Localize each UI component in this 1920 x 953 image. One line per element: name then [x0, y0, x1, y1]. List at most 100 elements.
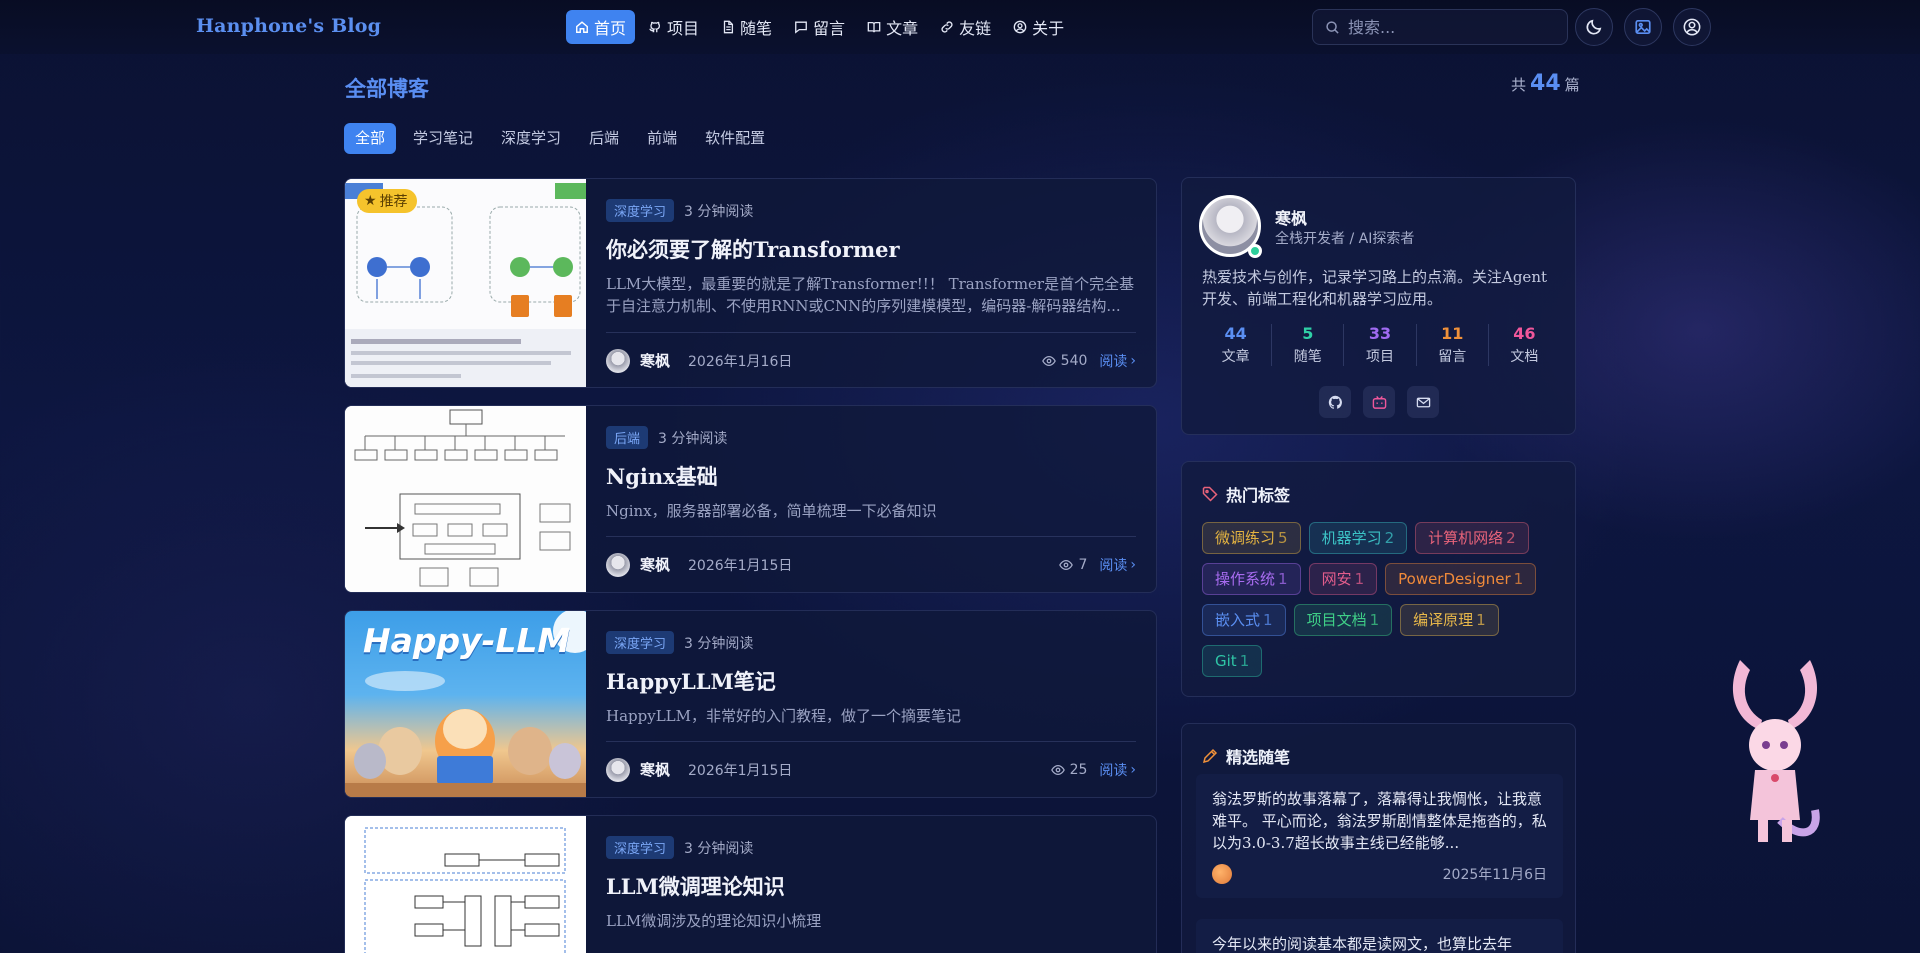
- post-meta: 深度学习 3 分钟阅读: [606, 631, 1136, 654]
- online-status-indicator: [1248, 244, 1262, 258]
- github-icon: [649, 21, 661, 33]
- bilibili-link[interactable]: [1363, 386, 1395, 418]
- top-navbar: Hanphone's Blog 首页 项目 随笔 留言 文章 友链 关于: [0, 0, 1920, 54]
- note-item[interactable]: 今年以来的阅读基本都是读网文，也算比去年: [1196, 919, 1563, 953]
- post-excerpt: LLM微调涉及的理论知识小梳理: [606, 912, 822, 930]
- author-name[interactable]: 寒枫: [640, 759, 670, 780]
- post-title[interactable]: 你必须要了解的Transformer: [606, 234, 1136, 264]
- nav-links[interactable]: 友链: [931, 10, 1000, 44]
- stat-value: 44: [1224, 324, 1247, 343]
- hot-tags-card: 热门标签 微调练习 5 机器学习 2 计算机网络 2 操作系统 1 网安 1 PowerDesign…: [1181, 461, 1576, 697]
- tag-name: 网安: [1321, 570, 1352, 588]
- filter-backend[interactable]: 后端: [578, 123, 630, 154]
- chevron-right-icon: ›: [1130, 761, 1136, 778]
- tag-chip[interactable]: PowerDesigner 1: [1385, 563, 1537, 595]
- tag-chip[interactable]: Git 1: [1202, 645, 1263, 677]
- tag-name: 项目文档: [1306, 611, 1367, 629]
- user-avatar-button[interactable]: [1673, 8, 1711, 46]
- post-title[interactable]: Nginx基础: [606, 461, 1136, 491]
- post-category[interactable]: 后端: [606, 426, 649, 449]
- view-count-value: 25: [1069, 761, 1088, 778]
- note-avatar: [1212, 864, 1232, 884]
- stat-essays[interactable]: 5 随笔: [1271, 324, 1343, 366]
- stat-value: 46: [1513, 324, 1536, 343]
- tag-chip[interactable]: 操作系统 1: [1202, 563, 1301, 595]
- note-item[interactable]: 翁法罗斯的故事落幕了，落幕得让我惆怅，让我意难平。 平心而论，翁法罗斯剧情整体是…: [1196, 774, 1563, 898]
- image-icon: [1635, 19, 1651, 35]
- post-excerpt: LLM大模型，最重要的就是了解Transformer!!！ Transforme…: [606, 275, 1135, 315]
- post-card[interactable]: ★ 推荐 深度学习 3 分钟阅读 你必须要了解的Transformer LLM大…: [344, 178, 1157, 388]
- read-more-link[interactable]: 阅读 ›: [1099, 351, 1136, 371]
- nav-about[interactable]: 关于: [1004, 10, 1073, 44]
- stat-value: 33: [1368, 324, 1392, 343]
- search-box[interactable]: [1312, 9, 1568, 45]
- tag-chip[interactable]: 计算机网络 2: [1415, 522, 1529, 554]
- note-text: 今年以来的阅读基本都是读网文，也算比去年: [1212, 935, 1513, 953]
- document-icon: [723, 20, 734, 34]
- profile-stats: 44 文章 5 随笔 33 项目 11 留言 46 文档: [1200, 324, 1560, 366]
- read-more-label: 阅读: [1099, 557, 1128, 574]
- theme-toggle-button[interactable]: [1575, 8, 1613, 46]
- search-input[interactable]: [1348, 17, 1548, 37]
- post-title[interactable]: LLM微调理论知识: [606, 871, 1136, 901]
- post-category[interactable]: 深度学习: [606, 199, 675, 222]
- nav-articles[interactable]: 文章: [858, 10, 927, 44]
- filter-software-config[interactable]: 软件配置: [694, 123, 776, 154]
- post-excerpt: Nginx，服务器部署必备，简单梳理一下必备知识: [606, 502, 937, 520]
- post-count: 共 44 篇: [1511, 71, 1580, 96]
- wallpaper-button[interactable]: [1624, 8, 1662, 46]
- filter-study-notes[interactable]: 学习笔记: [402, 123, 484, 154]
- post-card[interactable]: 后端 3 分钟阅读 Nginx基础 Nginx，服务器部署必备，简单梳理一下必备…: [344, 405, 1157, 593]
- post-thumbnail[interactable]: Happy-LLM: [345, 611, 586, 797]
- post-card[interactable]: Happy-LLM 深度学习 3 分钟阅读 HappyLLM笔记 HappyLL…: [344, 610, 1157, 798]
- filter-frontend[interactable]: 前端: [636, 123, 688, 154]
- user-circle-icon: [1683, 18, 1701, 36]
- tag-name: Git: [1215, 652, 1237, 670]
- tag-chip[interactable]: 微调练习 5: [1202, 522, 1301, 554]
- bilibili-icon: [1372, 395, 1386, 409]
- book-icon: [867, 21, 881, 33]
- github-link[interactable]: [1319, 386, 1351, 418]
- mascot-character[interactable]: [1720, 650, 1830, 860]
- nav-home[interactable]: 首页: [566, 10, 636, 44]
- post-thumbnail[interactable]: [345, 406, 586, 592]
- post-title[interactable]: HappyLLM笔记: [606, 666, 1136, 696]
- star-icon: ★: [364, 193, 377, 209]
- read-more-label: 阅读: [1099, 762, 1128, 779]
- email-link[interactable]: [1407, 386, 1439, 418]
- nav-messages[interactable]: 留言: [785, 10, 854, 44]
- tag-name: PowerDesigner: [1398, 570, 1511, 588]
- post-thumbnail[interactable]: [345, 816, 586, 953]
- post-category[interactable]: 深度学习: [606, 631, 675, 654]
- stat-docs[interactable]: 46 文档: [1487, 324, 1560, 366]
- tag-chip[interactable]: 嵌入式 1: [1202, 604, 1286, 636]
- tag-chip[interactable]: 编译原理 1: [1400, 604, 1499, 636]
- nav-projects[interactable]: 项目: [639, 10, 708, 44]
- recommended-label: 推荐: [379, 194, 408, 210]
- tag-chip[interactable]: 网安 1: [1308, 563, 1378, 595]
- filter-deep-learning[interactable]: 深度学习: [490, 123, 572, 154]
- nav-articles-label: 文章: [886, 19, 919, 38]
- author-name[interactable]: 寒枫: [640, 554, 670, 575]
- nav-links-label: 友链: [959, 19, 992, 38]
- author-name[interactable]: 寒枫: [640, 350, 670, 371]
- stat-messages[interactable]: 11 留言: [1415, 324, 1488, 366]
- post-card[interactable]: 深度学习 3 分钟阅读 LLM微调理论知识 LLM微调涉及的理论知识小梳理: [344, 815, 1157, 953]
- tag-name: 微调练习: [1215, 529, 1276, 547]
- read-more-link[interactable]: 阅读 ›: [1099, 760, 1136, 780]
- tag-chip[interactable]: 项目文档 1: [1293, 604, 1393, 636]
- read-more-link[interactable]: 阅读 ›: [1099, 555, 1136, 575]
- tag-chip[interactable]: 机器学习 2: [1308, 522, 1408, 554]
- profile-name: 寒枫: [1275, 209, 1308, 228]
- stat-label: 文章: [1221, 349, 1250, 365]
- count-suffix: 篇: [1564, 76, 1580, 94]
- nav-essays[interactable]: 随笔: [712, 10, 781, 44]
- read-time: 3 分钟阅读: [684, 203, 754, 220]
- stat-projects[interactable]: 33 项目: [1343, 324, 1415, 366]
- post-category[interactable]: 深度学习: [606, 836, 675, 859]
- site-logo[interactable]: Hanphone's Blog: [196, 15, 381, 37]
- filter-all[interactable]: 全部: [344, 123, 397, 154]
- stat-articles[interactable]: 44 文章: [1200, 324, 1271, 366]
- post-thumbnail[interactable]: ★ 推荐: [345, 179, 586, 387]
- thumbnail-title: Happy-LLM: [363, 621, 571, 660]
